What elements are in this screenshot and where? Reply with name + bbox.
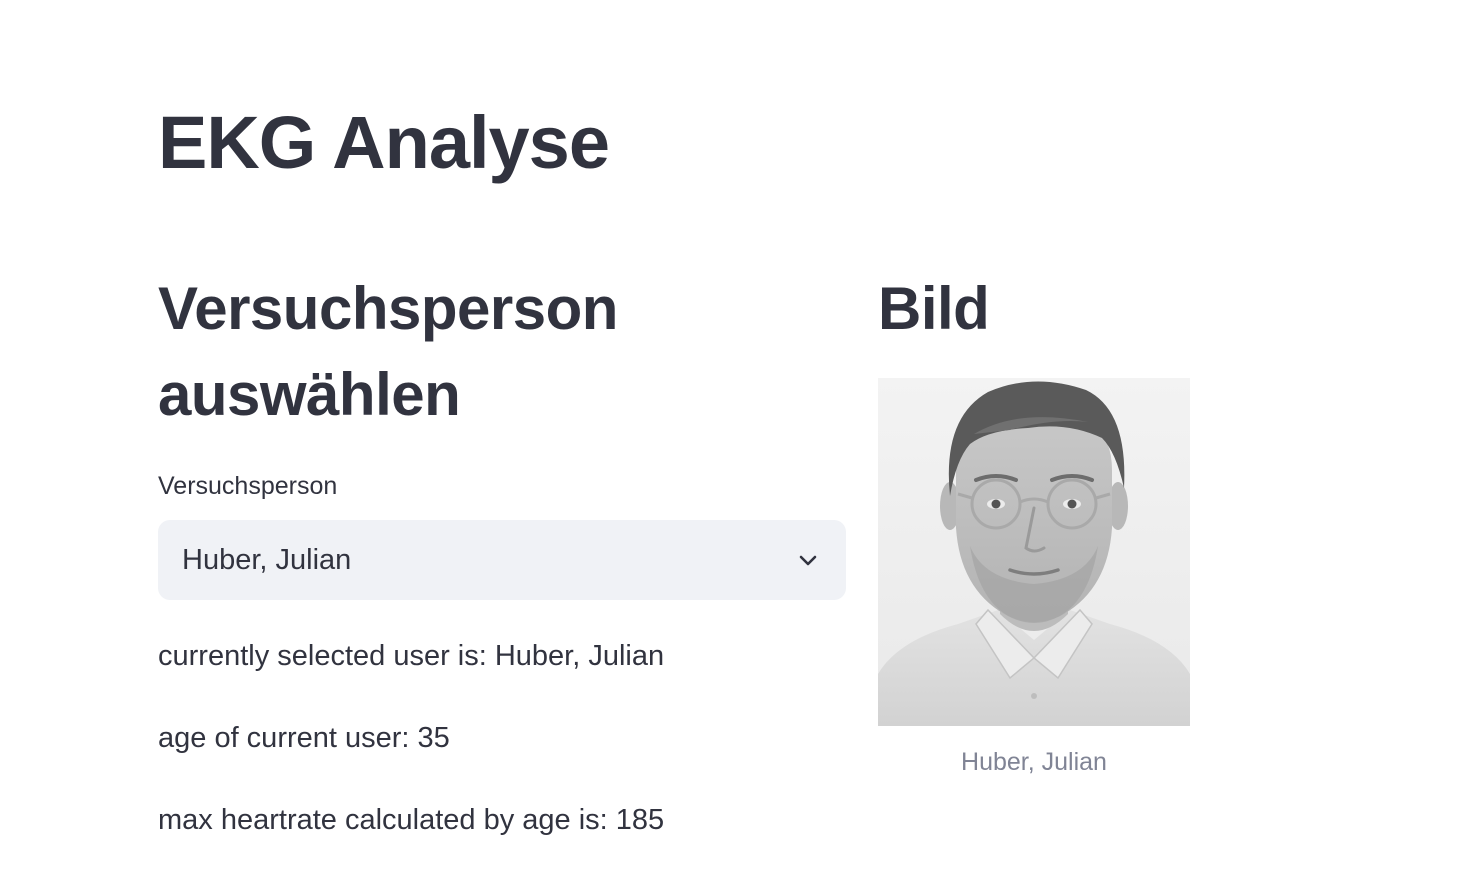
max-heartrate-text: max heartrate calculated by age is: 185 [158,804,665,836]
subject-select[interactable]: Huber, Julian [158,520,846,600]
subject-select-label: Versuchsperson [158,472,338,500]
image-heading: Bild [878,275,990,342]
page-title: EKG Analyse [158,101,610,184]
image-column: Bild Huber, Julian [878,266,1298,776]
subject-selection-column: Versuchsperson auswählen Versuchsperson … [158,266,846,836]
portrait-caption: Huber, Julian [961,748,1107,776]
select-subject-heading: Versuchsperson auswählen [158,275,618,428]
user-age-text: age of current user: 35 [158,722,450,754]
subject-select-value: Huber, Julian [182,543,352,576]
subject-portrait-image [878,378,1190,726]
selected-user-text: currently selected user is: Huber, Julia… [158,640,665,672]
chevron-down-icon[interactable] [794,546,822,574]
